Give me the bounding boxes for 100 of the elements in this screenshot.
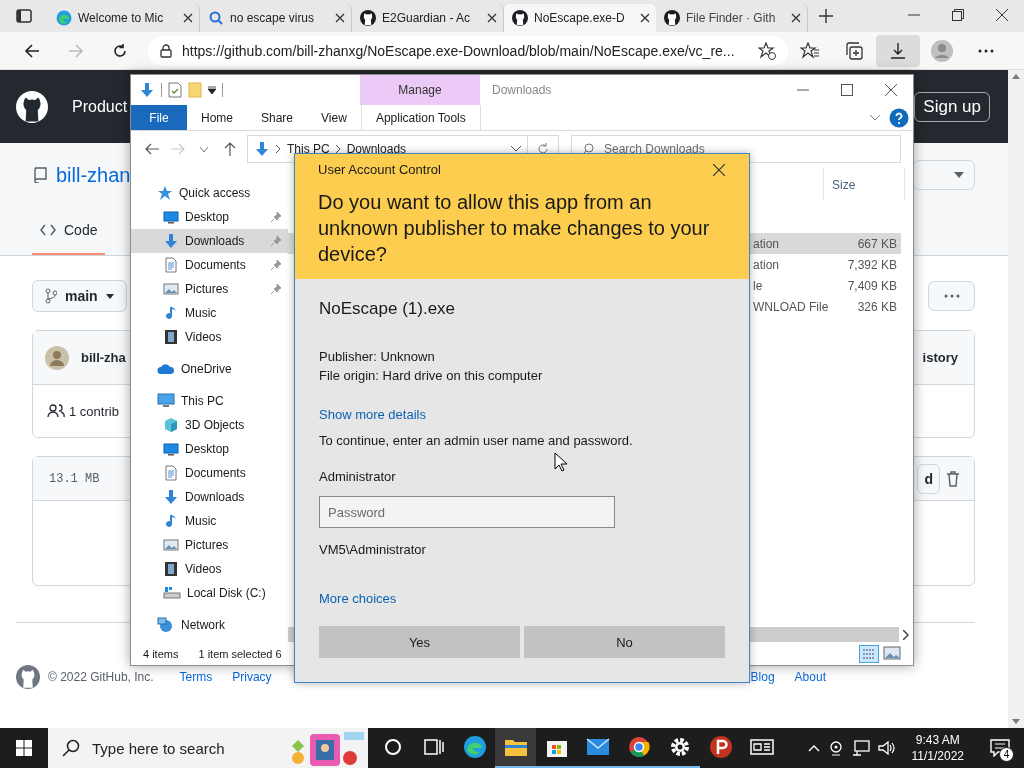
author-name[interactable]: bill-zha <box>81 350 126 365</box>
edge-icon[interactable] <box>462 735 487 759</box>
p-circle-icon[interactable] <box>708 735 733 759</box>
browser-tab[interactable]: NoEscape.exe-D <box>504 4 656 32</box>
dialog-button[interactable]: No <box>524 626 725 658</box>
footer-link[interactable]: Privacy <box>232 670 272 684</box>
nav-item[interactable]: 3D Objects <box>131 413 288 437</box>
ribbon-tab[interactable]: View <box>307 105 361 130</box>
github-logo-icon[interactable] <box>16 90 48 123</box>
close-icon[interactable] <box>791 13 801 23</box>
address-bar[interactable]: https://github.com/bill-zhanxg/NoEscape.exe-Download/blob/main/NoEscape.exe/vc_re... <box>148 35 788 66</box>
close-icon[interactable] <box>487 13 497 23</box>
code-tab[interactable]: Code <box>32 207 106 255</box>
download-icon[interactable] <box>889 41 907 60</box>
chrome-icon[interactable] <box>627 736 650 758</box>
footer-link[interactable]: About <box>794 670 826 684</box>
lock-icon <box>160 43 172 58</box>
close-icon[interactable] <box>335 13 345 23</box>
monitor-icon <box>163 441 179 457</box>
trash-icon[interactable] <box>946 470 960 487</box>
close-icon[interactable] <box>996 9 1008 21</box>
window-title: Downloads <box>491 82 552 99</box>
nav-item[interactable]: Downloads <box>131 485 288 509</box>
nav-item[interactable]: Videos <box>131 557 288 581</box>
contributors-text[interactable]: 1 contrib <box>69 403 119 419</box>
task-view-icon[interactable] <box>423 738 444 756</box>
ribbon-tab[interactable]: Application Tools <box>360 105 481 130</box>
footer-link[interactable]: Terms <box>179 670 213 684</box>
properties-icon[interactable] <box>168 82 182 98</box>
restore-icon[interactable] <box>952 9 964 21</box>
nav-item[interactable]: Pictures <box>131 533 288 557</box>
message-icon <box>990 739 1010 757</box>
footer-link[interactable]: Blog <box>750 670 775 684</box>
ribbon-tab[interactable]: File <box>131 105 187 130</box>
envelope-icon[interactable] <box>585 738 610 756</box>
nav-item[interactable]: Local Disk (C:) <box>131 581 288 605</box>
nav-item[interactable]: Desktop <box>131 205 288 229</box>
taskbar-button[interactable] <box>495 728 536 768</box>
collections-icon[interactable] <box>845 41 863 60</box>
nav-item[interactable]: OneDrive <box>131 357 288 381</box>
ribbon-tab[interactable]: Home <box>187 105 247 130</box>
close-icon[interactable] <box>713 163 725 176</box>
avatar-icon[interactable] <box>45 345 69 370</box>
dialog-button[interactable]: Yes <box>319 626 520 658</box>
nav-item[interactable]: Documents <box>131 461 288 485</box>
caret-icon[interactable] <box>511 146 521 152</box>
windows-icon[interactable] <box>16 740 32 756</box>
caret-icon[interactable] <box>208 86 216 94</box>
nav-item[interactable]: Quick access <box>131 181 288 205</box>
caret-up-icon[interactable] <box>807 744 820 752</box>
webcam-icon[interactable] <box>827 740 844 756</box>
network-icon[interactable] <box>851 740 870 756</box>
nav-item[interactable]: Pictures <box>131 277 288 301</box>
large-icons-view-icon[interactable] <box>883 645 901 661</box>
chevron-icon[interactable] <box>869 113 881 122</box>
gear-icon[interactable] <box>668 736 691 758</box>
clock[interactable]: 9:43 AM 11/1/2022 <box>903 732 972 764</box>
nav-item[interactable]: This PC <box>131 389 288 413</box>
back-icon[interactable] <box>145 143 159 155</box>
nav-link[interactable]: Product <box>72 97 128 116</box>
nav-item[interactable]: Documents <box>131 253 288 277</box>
close-icon[interactable] <box>885 84 897 96</box>
password-field[interactable]: Password <box>319 496 615 528</box>
more-choices-link[interactable]: More choices <box>319 591 397 606</box>
tab-actions-icon[interactable] <box>16 8 32 24</box>
dropdown-button[interactable] <box>913 160 975 190</box>
avatar-icon[interactable] <box>931 39 953 62</box>
scrollbar[interactable] <box>1008 70 1024 728</box>
speaker-icon[interactable] <box>877 740 896 756</box>
new-tab-icon[interactable] <box>819 9 833 23</box>
ribbon-tab[interactable]: Share <box>247 105 308 130</box>
history-link[interactable]: istory <box>922 350 958 365</box>
nav-item[interactable]: Music <box>131 509 288 533</box>
close-icon[interactable] <box>183 13 193 23</box>
back-icon[interactable] <box>24 42 40 59</box>
more-icon[interactable] <box>978 48 994 53</box>
more-icon <box>943 294 960 298</box>
download-button[interactable]: d <box>917 463 940 494</box>
close-icon[interactable] <box>640 13 650 23</box>
column-header[interactable]: Size <box>823 169 905 201</box>
nav-item[interactable]: Downloads <box>131 229 288 253</box>
nav-item[interactable]: Desktop <box>131 437 288 461</box>
favorites-icon[interactable] <box>800 41 820 60</box>
add-favorite-icon[interactable] <box>758 41 776 60</box>
circle-icon[interactable] <box>383 738 402 756</box>
refresh-icon[interactable] <box>112 42 128 59</box>
code-icon <box>40 223 56 237</box>
repo-owner-link[interactable]: bill-zhan <box>56 163 131 187</box>
notification-button[interactable]: 4 <box>980 728 1020 768</box>
up-arrow-icon[interactable] <box>224 142 236 156</box>
nav-item[interactable]: Network <box>131 613 288 637</box>
branch-button[interactable]: main <box>32 280 127 312</box>
maximize-icon[interactable] <box>841 84 853 96</box>
item-count: 4 items <box>143 648 179 660</box>
context-tab-header[interactable]: Manage <box>360 75 480 105</box>
help-icon[interactable] <box>889 107 909 128</box>
newspaper-icon[interactable] <box>749 738 774 756</box>
details-link[interactable]: Show more details <box>319 407 426 422</box>
nav-item[interactable]: Music <box>131 301 288 325</box>
nav-item[interactable]: Videos <box>131 325 288 349</box>
